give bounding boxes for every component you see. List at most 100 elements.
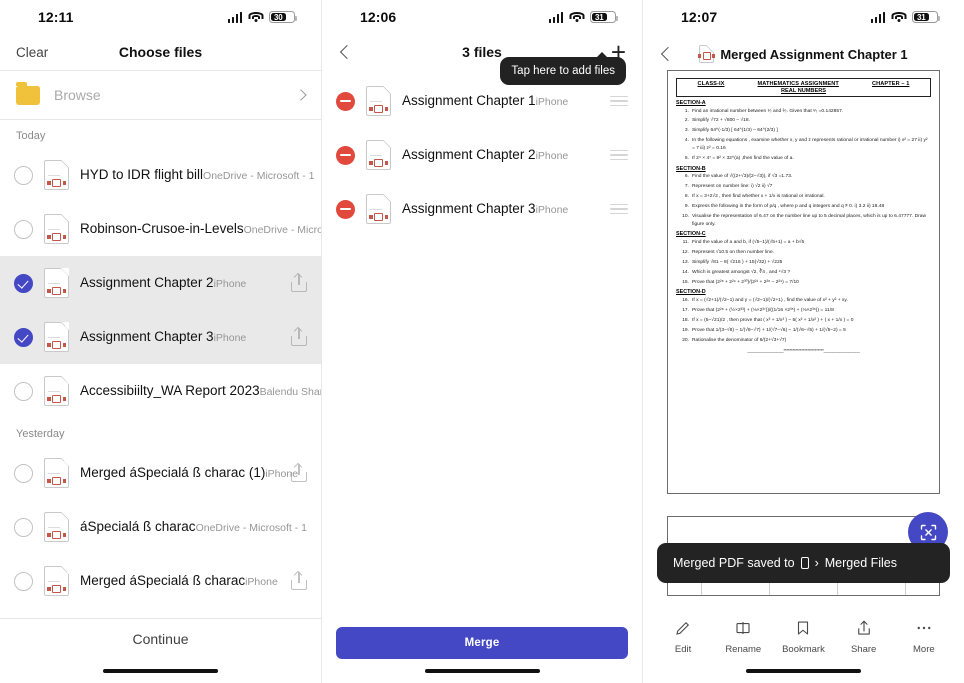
question-text: Express the following in the form of p/q…: [692, 204, 885, 210]
checkbox-unchecked[interactable]: [14, 463, 33, 483]
status-icons: 30: [227, 10, 297, 24]
pdf-file-icon: [698, 45, 716, 63]
toolbar-button-bookmark[interactable]: Bookmark: [777, 619, 829, 655]
file-list-item[interactable]: Assignment Chapter 2iPhone: [0, 256, 321, 310]
toolbar-button-share[interactable]: Share: [838, 619, 890, 655]
file-list-item[interactable]: HYD to IDR flight billOneDrive - Microso…: [0, 148, 321, 202]
question-number: 9.: [684, 204, 689, 210]
browse-row[interactable]: Browse: [0, 71, 321, 119]
clear-button[interactable]: Clear: [16, 45, 48, 60]
file-texts: HYD to IDR flight billOneDrive - Microso…: [80, 166, 315, 184]
document-body: SECTION-A 1. Find an irrational number bet…: [676, 100, 931, 344]
question-number: 17.: [682, 307, 689, 313]
remove-file-button[interactable]: [336, 145, 355, 165]
pdf-file-icon: [44, 458, 69, 488]
back-icon[interactable]: [660, 46, 676, 62]
doc-subject: MATHEMATICS ASSIGNMENT: [757, 81, 839, 87]
screen-choose-files: 12:11 30 Clear Choose files Browse Today…: [0, 0, 321, 683]
drag-handle-icon[interactable]: [610, 201, 628, 218]
battery-icon: 31: [590, 10, 618, 24]
status-bar-middle: 12:06 31: [322, 0, 642, 34]
toolbar-button-edit[interactable]: Edit: [657, 619, 709, 655]
cellular-signal-icon: [870, 11, 885, 23]
question-number: 19.: [682, 327, 689, 333]
toast-message: Merged PDF saved to › Merged Files: [657, 543, 950, 583]
file-list-item[interactable]: Merged áSpecialá ß charac (1)iPhone: [0, 446, 321, 500]
question-text: In the following equations , examine whe…: [692, 138, 928, 152]
question-text: Prove that (2²⁸ + 2²⁹ + 2³⁰)/(2²¹ + 2²⁸ …: [692, 279, 799, 285]
screen-pdf-viewer: 12:07 31 Merged Assignment Chapter 1 CLA…: [643, 0, 964, 683]
pdf-file-icon: [366, 140, 391, 170]
cellular-signal-icon: [227, 11, 242, 23]
question-text: Visualise the representation of 6.47 on …: [692, 214, 926, 227]
file-list-item[interactable]: Robinson-Crusoe-in-LevelsOneDrive - Micr…: [0, 202, 321, 256]
question-number: 1.: [684, 108, 689, 114]
checkbox-unchecked[interactable]: [14, 517, 33, 537]
more-icon: [915, 619, 933, 640]
home-indicator: [0, 659, 321, 683]
file-list[interactable]: Today HYD to IDR flight billOneDrive - Mi…: [0, 120, 321, 662]
question-number: 2.: [684, 118, 689, 124]
toolbar-button-more[interactable]: More: [898, 619, 950, 655]
file-texts: Assignment Chapter 3iPhone: [402, 200, 599, 218]
share-icon[interactable]: [291, 464, 307, 482]
document-section-heading: SECTION-A: [676, 100, 706, 106]
question-number: 3.: [684, 128, 689, 134]
remove-file-button[interactable]: [336, 199, 355, 219]
status-time: 12:06: [360, 9, 397, 25]
question-item: 5. If 2⁴ × 4⁷ = 8² × 32^(a) ,then find th…: [680, 155, 931, 163]
question-text: Find the value of √((2+√3)/(2−√3)), if √…: [692, 174, 793, 180]
document-header-box: CLASS-IX MATHEMATICS ASSIGNMENT CHAPTER …: [676, 78, 931, 97]
share-icon[interactable]: [291, 274, 307, 292]
home-indicator: [643, 659, 964, 683]
merge-file-item[interactable]: Assignment Chapter 3iPhone: [322, 182, 642, 236]
question-item: 20. Rationalise the denominator of 6/(2+√…: [680, 337, 931, 345]
document-toolbar[interactable]: Edit Rename Bookmark Share More: [643, 615, 964, 659]
question-number: 10.: [682, 214, 689, 220]
file-source: iPhone: [213, 332, 247, 344]
question-number: 11.: [682, 239, 689, 245]
question-number: 13.: [682, 259, 689, 265]
question-list: 1. Find an irrational number between ¹⁄₇ …: [680, 108, 931, 163]
share-icon[interactable]: [291, 572, 307, 590]
checkbox-unchecked[interactable]: [14, 571, 33, 591]
file-name: áSpecialá ß charac: [80, 519, 196, 534]
file-list-item[interactable]: Merged áSpecialá ß characiPhone: [0, 554, 321, 608]
checkbox-unchecked[interactable]: [14, 165, 33, 185]
question-number: 15.: [682, 279, 689, 285]
share-icon[interactable]: [291, 328, 307, 346]
file-source: iPhone: [213, 278, 247, 290]
file-name: Assignment Chapter 2: [402, 147, 536, 162]
document-section-heading: SECTION-D: [676, 289, 706, 296]
section-label: Yesterday: [16, 428, 65, 440]
pencil-icon: [674, 619, 692, 640]
toolbar-label: Rename: [725, 644, 762, 655]
question-text: Find the value of a and b, if (√5−1)/(√5…: [692, 239, 805, 245]
drag-handle-icon[interactable]: [610, 93, 628, 110]
question-number: 6.: [684, 174, 689, 180]
status-time: 12:11: [38, 9, 74, 25]
checkbox-unchecked[interactable]: [14, 381, 33, 401]
file-list-item[interactable]: Accessibiilty_WA Report 2023Balendu Shar…: [0, 364, 321, 418]
toolbar-button-rename[interactable]: Rename: [717, 619, 769, 655]
checkbox-checked[interactable]: [14, 327, 33, 347]
back-icon[interactable]: [339, 44, 355, 60]
question-item: 19. Prove that 1/(3−√8) − 1/(√8−√7) + 1/(…: [680, 327, 931, 335]
continue-button[interactable]: Continue: [0, 619, 321, 659]
file-texts: Assignment Chapter 3iPhone: [80, 328, 280, 346]
toast-destination: Merged Files: [824, 556, 898, 570]
merge-button[interactable]: Merge: [336, 627, 628, 659]
file-name: Assignment Chapter 2: [80, 275, 214, 290]
drag-handle-icon[interactable]: [610, 147, 628, 164]
checkbox-checked[interactable]: [14, 273, 33, 293]
file-list-item[interactable]: áSpecialá ß characOneDrive - Microsoft -…: [0, 500, 321, 554]
question-text: Simplify 64^(-1/3) [ 64^(1/3) – 64^(2/3)…: [692, 128, 778, 134]
remove-file-button[interactable]: [336, 91, 355, 111]
section-label: Today: [16, 130, 46, 142]
checkbox-unchecked[interactable]: [14, 219, 33, 239]
merge-file-item[interactable]: Assignment Chapter 2iPhone: [322, 128, 642, 182]
file-list-item[interactable]: Assignment Chapter 3iPhone: [0, 310, 321, 364]
wifi-icon: [569, 11, 584, 23]
question-item: 2. Simplify √72 + √800 – √18.: [680, 117, 931, 125]
selected-file-list[interactable]: Assignment Chapter 1iPhone Assignment Cha…: [322, 74, 642, 236]
